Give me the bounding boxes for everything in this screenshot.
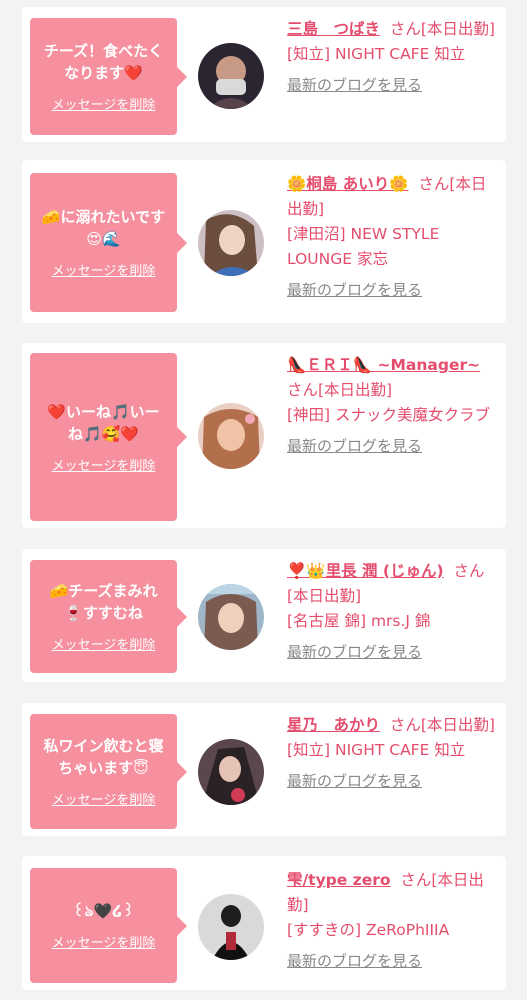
cast-name-link[interactable]: 雫/type zero (287, 871, 391, 889)
message-text: 🧀チーズまみれ 🍷すすむね (49, 582, 158, 622)
message-bubble: 私ワイン飲むと寝 ちゃいます😇 メッセージを削除 (30, 714, 187, 829)
avatar[interactable] (198, 403, 264, 469)
delete-message-link[interactable]: メッセージを削除 (52, 260, 156, 279)
delete-message-link[interactable]: メッセージを削除 (52, 94, 156, 113)
delete-message-link[interactable]: メッセージを削除 (52, 932, 156, 951)
cast-info: 三島 つばき さん[本日出勤] [知立] NIGHT CAFE 知立 最新のブロ… (287, 17, 499, 98)
message-bubble: ꒰ঌ🖤໒꒱ メッセージを削除 (30, 868, 187, 983)
cast-info: 雫/type zero さん[本日出勤] [すすきの] ZeRoPhIIIA 最… (287, 868, 499, 974)
list-item: 🧀に溺れたいです 😍🌊 メッセージを削除 🌼桐島 あいり🌼 さん[本日出勤] [… (22, 160, 506, 323)
message-bubble: 🧀チーズまみれ 🍷すすむね メッセージを削除 (30, 560, 187, 673)
blog-link[interactable]: 最新のブログを見る (287, 73, 499, 98)
message-list: チーズ！食べたく なります❤️ メッセージを削除 三島 つばき さん[本日出勤]… (0, 0, 527, 1000)
cast-info: 🌼桐島 あいり🌼 さん[本日出勤] [津田沼] NEW STYLE LOUNGE… (287, 172, 499, 303)
cast-info: 👠ＥＲＩ👠 ~Manager~ さん[本日出勤] [神田] スナック美魔女クラブ… (287, 353, 499, 459)
shop-name: [神田] スナック美魔女クラブ (287, 406, 491, 424)
blog-link[interactable]: 最新のブログを見る (287, 434, 499, 459)
delete-message-link[interactable]: メッセージを削除 (52, 455, 156, 474)
message-text: ꒰ঌ🖤໒꒱ (72, 902, 135, 920)
blog-link[interactable]: 最新のブログを見る (287, 278, 499, 303)
list-item: 私ワイン飲むと寝 ちゃいます😇 メッセージを削除 星乃 あかり さん[本日出勤]… (22, 703, 506, 836)
message-bubble: ❤️いーね🎵いー ね🎵🥰❤️ メッセージを削除 (30, 353, 187, 521)
shop-name: [すすきの] ZeRoPhIIIA (287, 921, 450, 939)
cast-status: さん[本日出勤] (389, 716, 495, 734)
cast-info: ❣️👑里長 潤 (じゅん) さん[本日出勤] [名古屋 錦] mrs.J 錦 最… (287, 559, 499, 665)
cast-name-link[interactable]: 星乃 あかり (287, 716, 380, 734)
avatar-image (198, 739, 264, 805)
message-text: チーズ！食べたく なります❤️ (43, 42, 164, 82)
avatar-image (198, 403, 264, 469)
avatar[interactable] (198, 584, 264, 650)
message-bubble: チーズ！食べたく なります❤️ メッセージを削除 (30, 18, 187, 135)
avatar[interactable] (198, 210, 264, 276)
cast-status: さん[本日出勤] (287, 381, 393, 399)
shop-name: [津田沼] NEW STYLE LOUNGE 家忘 (287, 225, 440, 268)
shop-name: [知立] NIGHT CAFE 知立 (287, 741, 466, 759)
cast-info: 星乃 あかり さん[本日出勤] [知立] NIGHT CAFE 知立 最新のブロ… (287, 713, 499, 794)
cast-name-link[interactable]: ❣️👑里長 潤 (じゅん) (287, 562, 444, 580)
message-bubble: 🧀に溺れたいです 😍🌊 メッセージを削除 (30, 173, 187, 312)
message-text: 私ワイン飲むと寝 ちゃいます😇 (43, 737, 164, 777)
message-text: 🧀に溺れたいです 😍🌊 (41, 208, 166, 248)
message-text: ❤️いーね🎵いー ね🎵🥰❤️ (47, 402, 160, 443)
list-item: ❤️いーね🎵いー ね🎵🥰❤️ メッセージを削除 👠ＥＲＩ👠 ~Manager~ … (22, 343, 506, 528)
cast-name-link[interactable]: 三島 つばき (287, 20, 380, 38)
blog-link[interactable]: 最新のブログを見る (287, 640, 499, 665)
avatar-image (198, 43, 264, 109)
list-item: 🧀チーズまみれ 🍷すすむね メッセージを削除 ❣️👑里長 潤 (じゅん) さん[… (22, 549, 506, 682)
shop-name: [名古屋 錦] mrs.J 錦 (287, 612, 431, 630)
avatar-image (198, 894, 264, 960)
delete-message-link[interactable]: メッセージを削除 (52, 789, 156, 808)
avatar[interactable] (198, 43, 264, 109)
cast-name-link[interactable]: 🌼桐島 あいり🌼 (287, 175, 409, 193)
avatar[interactable] (198, 739, 264, 805)
avatar-image (198, 210, 264, 276)
avatar[interactable] (198, 894, 264, 960)
cast-status: さん[本日出勤] (389, 20, 495, 38)
shop-name: [知立] NIGHT CAFE 知立 (287, 45, 466, 63)
blog-link[interactable]: 最新のブログを見る (287, 949, 499, 974)
list-item: ꒰ঌ🖤໒꒱ メッセージを削除 雫/type zero さん[本日出勤] [すすき… (22, 856, 506, 990)
cast-name-link[interactable]: 👠ＥＲＩ👠 ~Manager~ (287, 356, 480, 374)
avatar-image (198, 584, 264, 650)
blog-link[interactable]: 最新のブログを見る (287, 769, 499, 794)
list-item: チーズ！食べたく なります❤️ メッセージを削除 三島 つばき さん[本日出勤]… (22, 7, 506, 142)
delete-message-link[interactable]: メッセージを削除 (52, 634, 156, 653)
